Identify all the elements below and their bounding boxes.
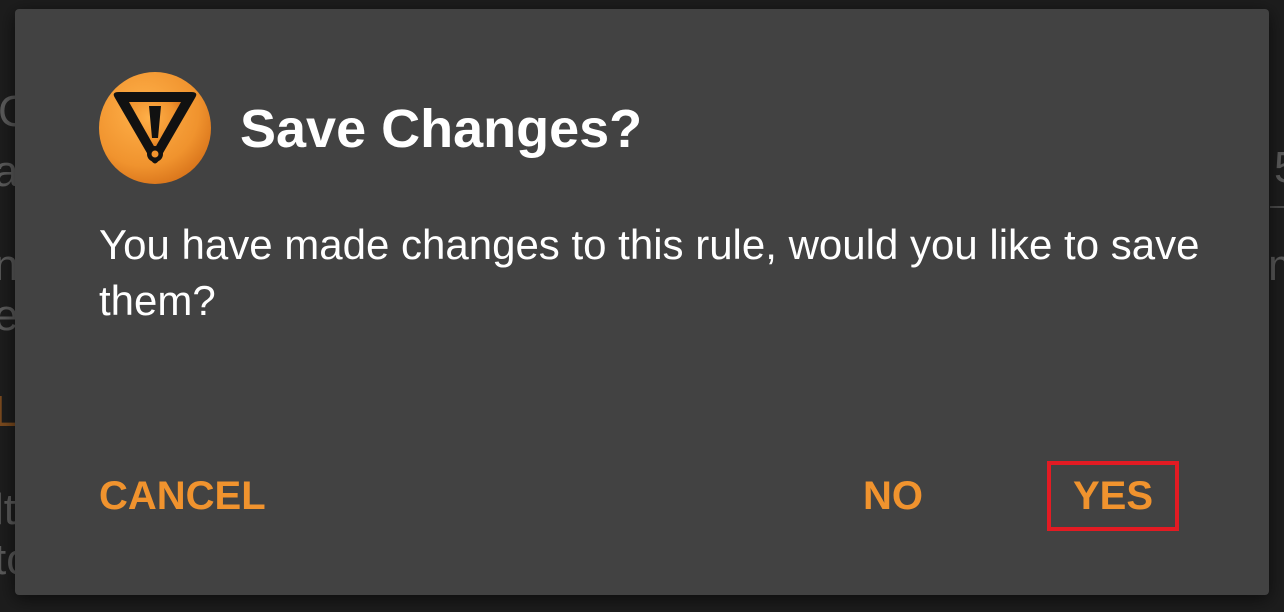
background-text: lt xyxy=(0,485,16,534)
dialog-message: You have made changes to this rule, woul… xyxy=(99,221,1200,324)
background-text: 5 xyxy=(1274,146,1284,190)
warning-triangle-icon xyxy=(99,72,211,184)
save-changes-dialog: Save Changes? You have made changes to t… xyxy=(15,9,1269,595)
background-text: m xyxy=(1268,244,1284,288)
cancel-button[interactable]: CANCEL xyxy=(99,461,266,531)
dialog-title: Save Changes? xyxy=(240,99,643,159)
background-divider xyxy=(1270,206,1284,208)
yes-button[interactable]: YES xyxy=(1047,461,1179,531)
no-button[interactable]: NO xyxy=(863,461,923,531)
